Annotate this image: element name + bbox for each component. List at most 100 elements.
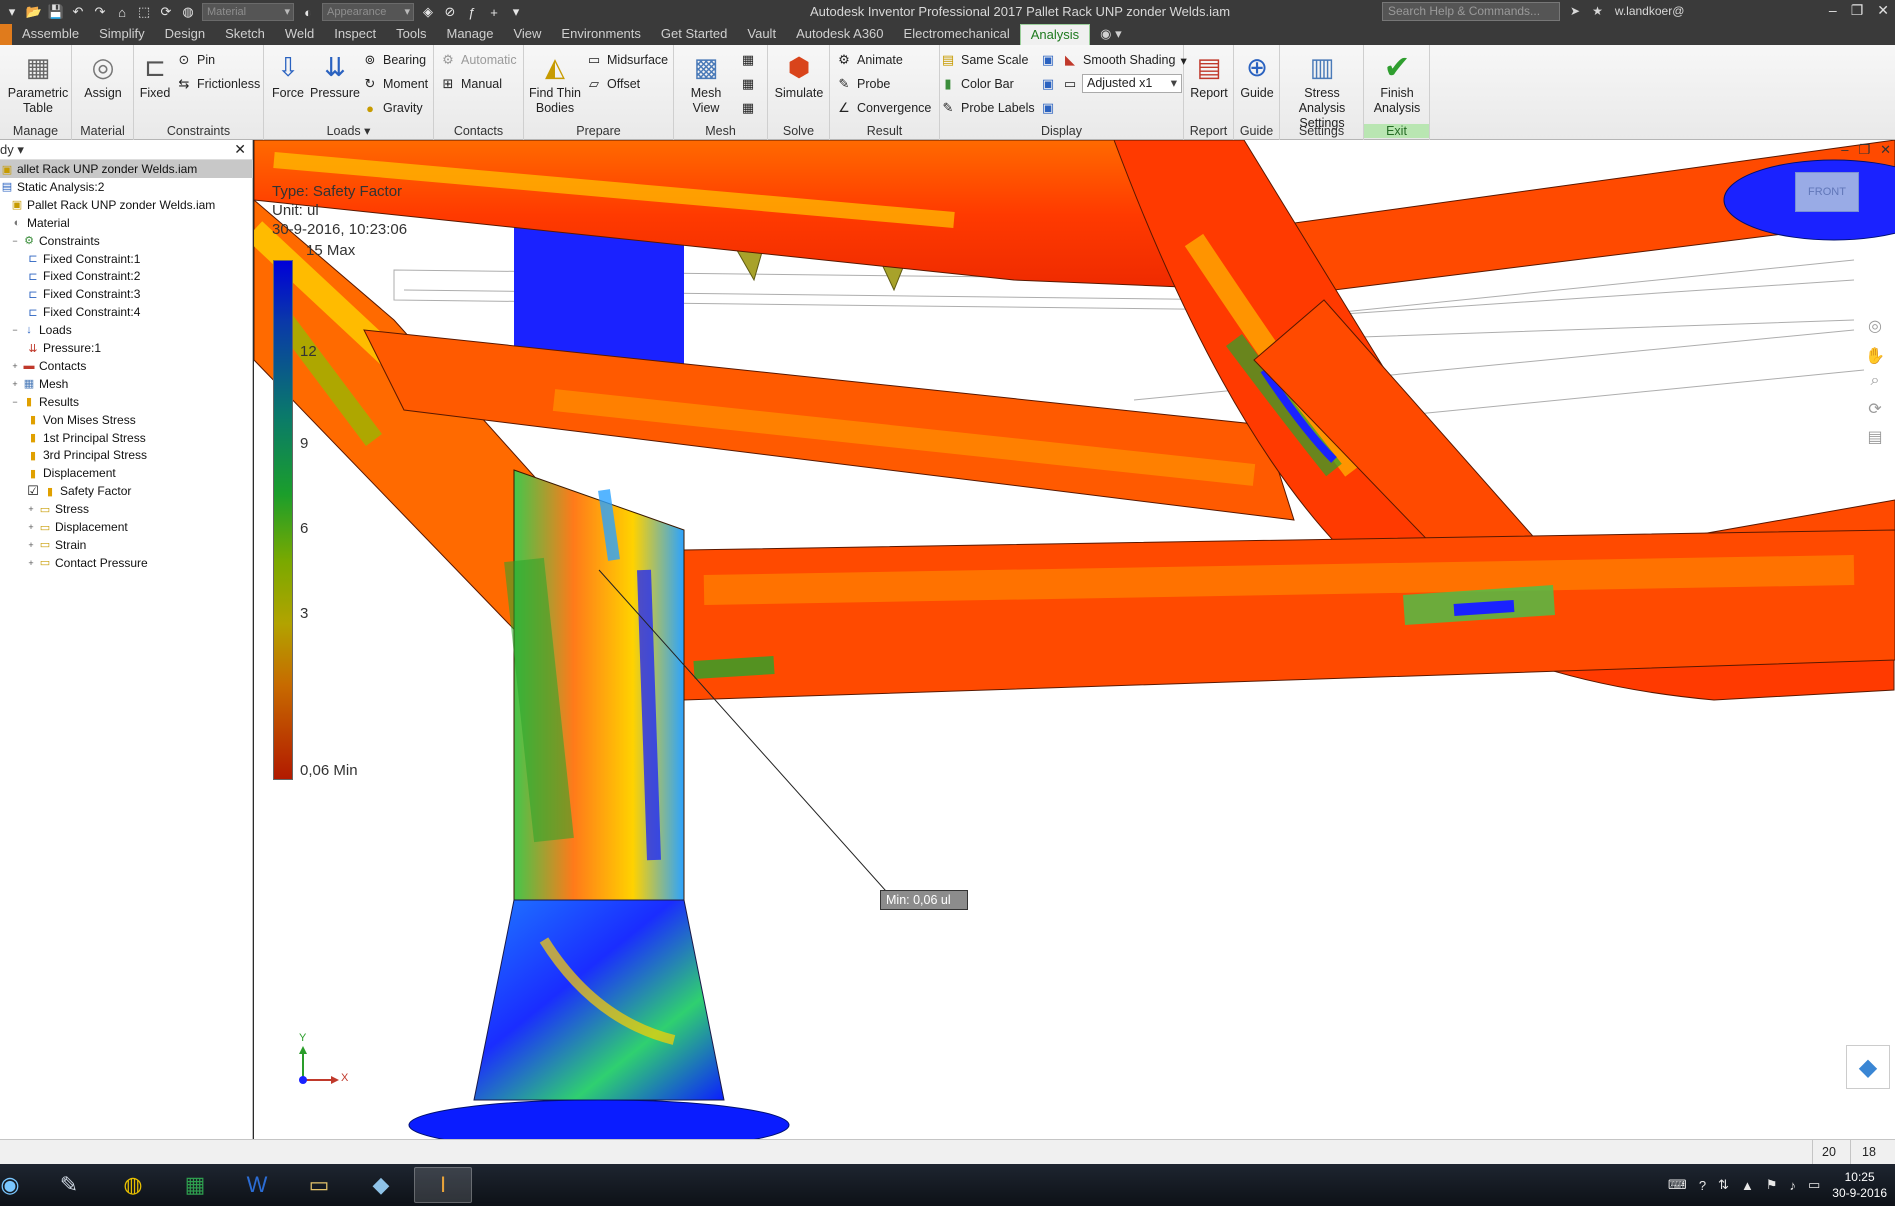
volume-icon[interactable]: ♪ xyxy=(1789,1178,1796,1193)
help-icon[interactable]: ➤ xyxy=(1570,4,1580,18)
mesh-view-button[interactable]: ▩ Mesh View xyxy=(676,50,736,116)
search-input[interactable]: Search Help & Commands... xyxy=(1382,2,1560,21)
tree-node[interactable]: ☑ ▮ Safety Factor xyxy=(0,482,131,500)
minimize-icon[interactable]: – xyxy=(1841,142,1848,158)
mesh-display-button[interactable]: ▣ xyxy=(1040,99,1056,117)
tab-weld[interactable]: Weld xyxy=(275,24,324,45)
tree-node[interactable]: − ⚙ Constraints xyxy=(0,232,99,250)
moment-button[interactable]: ↻ Moment xyxy=(362,75,429,93)
visibility-checkbox[interactable]: ☑ xyxy=(26,483,40,498)
home-view-icon[interactable]: ◆ xyxy=(1846,1045,1890,1089)
excel-app-icon[interactable]: ▦ xyxy=(166,1167,224,1203)
zoom-icon[interactable]: ⌕ xyxy=(1863,370,1887,392)
collapse-icon[interactable]: − xyxy=(10,397,20,407)
stress-analysis-settings-button[interactable]: ▥ Stress Analysis Settings xyxy=(1282,50,1362,131)
tab-get-started[interactable]: Get Started xyxy=(651,24,737,45)
power-icon[interactable]: ▭ xyxy=(1808,1177,1820,1193)
tree-node[interactable]: ◐ Material xyxy=(0,214,70,232)
report-button[interactable]: ▤ Report xyxy=(1186,50,1232,101)
convergence-button[interactable]: ∠ Convergence xyxy=(836,99,931,117)
undo-icon[interactable]: ↶ xyxy=(70,4,86,20)
find-thin-bodies-button[interactable]: ◭ Find Thin Bodies xyxy=(526,50,584,116)
chrome-app-icon[interactable]: ◍ xyxy=(104,1167,162,1203)
expand-icon[interactable]: + xyxy=(26,540,36,550)
fx-icon[interactable]: ƒ xyxy=(464,4,480,20)
show-hidden-icons[interactable]: ▲ xyxy=(1741,1178,1754,1193)
tree-node[interactable]: ▮ 3rd Principal Stress xyxy=(0,446,147,464)
tab-electromechanical[interactable]: Electromechanical xyxy=(894,24,1020,45)
tree-node[interactable]: ▣ Pallet Rack UNP zonder Welds.iam xyxy=(0,196,216,214)
notes-app-icon[interactable]: ◆ xyxy=(352,1167,410,1203)
minimize-icon[interactable]: – xyxy=(1829,2,1837,19)
smooth-shading-dropdown[interactable]: ◣ Smooth Shading ▾ xyxy=(1062,51,1187,69)
adjusted-scale-select[interactable]: Adjusted x1 xyxy=(1082,74,1182,93)
parametric-table-button[interactable]: ▦ Parametric Table xyxy=(4,50,72,116)
tab-tools[interactable]: Tools xyxy=(386,24,436,45)
user-name[interactable]: w.landkoer@ xyxy=(1615,4,1685,18)
close-icon[interactable]: ✕ xyxy=(1877,2,1889,19)
animate-button[interactable]: ⚙ Animate xyxy=(836,51,903,69)
tree-node[interactable]: − ↓ Loads xyxy=(0,321,71,339)
favorite-icon[interactable]: ★ xyxy=(1592,4,1603,18)
min-value-probe[interactable]: Min: 0,06 ul xyxy=(880,890,968,910)
tab-view[interactable]: View xyxy=(503,24,551,45)
inventor-app-icon[interactable]: I xyxy=(414,1167,472,1203)
pan-icon[interactable]: ✋ xyxy=(1863,345,1887,367)
save-icon[interactable]: 💾 xyxy=(48,4,64,20)
select-icon[interactable]: ⬚ xyxy=(136,4,152,20)
tree-node[interactable]: ⊏ Fixed Constraint:4 xyxy=(0,303,140,321)
deformation-toggle[interactable]: ▭ xyxy=(1062,75,1078,93)
tree-node[interactable]: ▮ 1st Principal Stress xyxy=(0,429,146,447)
color-bar-button[interactable]: ▮ Color Bar xyxy=(940,75,1013,93)
midsurface-button[interactable]: ▭ Midsurface xyxy=(586,51,668,69)
start-button-icon[interactable]: ◉ xyxy=(0,1167,20,1203)
tab-design[interactable]: Design xyxy=(155,24,215,45)
tab-environments[interactable]: Environments xyxy=(551,24,650,45)
color-override-icon[interactable]: ◈ xyxy=(420,4,436,20)
material-dropdown[interactable]: Material xyxy=(202,3,294,21)
expand-icon[interactable]: + xyxy=(26,522,36,532)
pressure-button[interactable]: ⇊ Pressure xyxy=(308,50,362,101)
tab-vault[interactable]: Vault xyxy=(737,24,786,45)
plus-icon[interactable]: + xyxy=(486,4,502,20)
expand-icon[interactable]: + xyxy=(10,379,20,389)
tree-node[interactable]: + ▭ Displacement xyxy=(0,518,127,536)
guide-button[interactable]: ⊕ Guide xyxy=(1236,50,1278,101)
tree-node[interactable]: + ▦ Mesh xyxy=(0,375,68,393)
tab-autodesk-a360[interactable]: Autodesk A360 xyxy=(786,24,893,45)
help-tray-icon[interactable]: ? xyxy=(1699,1178,1706,1193)
tab-manage[interactable]: Manage xyxy=(436,24,503,45)
clear-override-icon[interactable]: ⊘ xyxy=(442,4,458,20)
globe-icon[interactable]: ◍ xyxy=(180,4,196,20)
panel-label-loads[interactable]: Loads ▾ xyxy=(264,123,433,138)
probe-button[interactable]: ✎ Probe xyxy=(836,75,891,93)
simulate-button[interactable]: ⬢ Simulate xyxy=(770,50,828,101)
file-tab[interactable] xyxy=(0,24,12,45)
tab-inspect[interactable]: Inspect xyxy=(324,24,386,45)
tab-overflow-icon[interactable]: ◉ ▾ xyxy=(1090,24,1131,45)
redo-icon[interactable]: ↷ xyxy=(92,4,108,20)
update-icon[interactable]: ⟳ xyxy=(158,4,174,20)
tree-node[interactable]: ⊏ Fixed Constraint:3 xyxy=(0,285,140,303)
pin-constraint-button[interactable]: ⊙ Pin xyxy=(176,51,216,69)
view-cube[interactable]: FRONT xyxy=(1795,172,1859,212)
offset-button[interactable]: ▱ Offset xyxy=(586,75,640,93)
convergence-settings-button[interactable]: ▦ xyxy=(740,99,756,117)
result-display-button[interactable]: ▣ xyxy=(1040,51,1056,69)
tab-analysis[interactable]: Analysis xyxy=(1019,24,1091,45)
bearing-button[interactable]: ⊚ Bearing xyxy=(362,51,427,69)
tab-simplify[interactable]: Simplify xyxy=(89,24,155,45)
tree-node[interactable]: + ▬ Contacts xyxy=(0,357,86,375)
boundary-display-button[interactable]: ▣ xyxy=(1040,75,1056,93)
restore-icon[interactable]: ❐ xyxy=(1851,2,1864,19)
tree-node[interactable]: ⊏ Fixed Constraint:1 xyxy=(0,250,140,268)
probe-labels-button[interactable]: ✎ Probe Labels xyxy=(940,99,1035,117)
tree-node[interactable]: ▤ Static Analysis:2 xyxy=(0,178,105,196)
expand-icon[interactable]: + xyxy=(26,504,36,514)
assign-material-button[interactable]: ◎ Assign xyxy=(76,50,130,101)
tree-node[interactable]: ▣ allet Rack UNP zonder Welds.iam xyxy=(0,160,253,178)
browser-title[interactable]: dy ▾ xyxy=(0,142,24,158)
appearance-icon[interactable]: ◐ xyxy=(300,4,316,20)
clock[interactable]: 10:25 30-9-2016 xyxy=(1832,1169,1887,1201)
customize-icon[interactable]: ▾ xyxy=(508,4,524,20)
